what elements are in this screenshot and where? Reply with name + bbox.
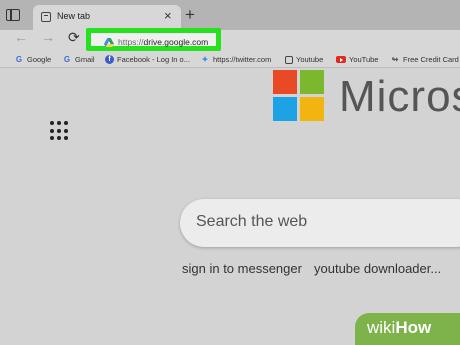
favorite-label: Google [27,55,52,64]
forward-button[interactable]: → [41,29,55,45]
favorite-facebook[interactable]: f Facebook - Log In o... [105,53,190,66]
favorite-credit-card[interactable]: ↬ Free Credit Card [390,53,459,66]
search-placeholder: Search the web [196,213,308,230]
youtube-icon [336,56,346,63]
tab-title: New tab [57,11,91,21]
apps-launcher-icon[interactable] [50,121,70,141]
microsoft-wordmark: Micros [339,72,460,121]
search-suggestion[interactable]: youtube downloader... [314,261,441,276]
favorite-twitter[interactable]: ✦ https://twitter.com [200,53,272,66]
url-scheme: https:// [118,37,144,47]
favorite-label: Gmail [75,55,95,64]
page-icon [285,55,293,64]
google-icon: G [63,55,71,64]
credit-card-icon: ↬ [391,55,399,64]
tab-new-tab[interactable]: New tab × [33,5,181,30]
new-tab-page: Micros Search the web sign in to messeng… [0,68,460,345]
favorite-label: https://twitter.com [213,55,272,64]
back-button[interactable]: ← [14,29,28,45]
watermark-prefix: wiki [367,318,396,337]
favorite-label: Youtube [296,55,324,64]
watermark-suffix: How [395,318,432,337]
favorite-youtube[interactable]: YouTube [336,53,378,66]
microsoft-logo [273,70,325,122]
url-host: drive.google.com [143,37,209,47]
address-url: https://drive.google.com [118,37,208,47]
wikihow-watermark: wikiHow [355,313,460,345]
watermark-logo: wikiHow [367,318,431,338]
favorites-bar: G Google G Gmail f Facebook - Log In o..… [0,52,460,68]
favorite-youtube-page[interactable]: Youtube [285,53,323,66]
new-tab-page-icon [41,12,51,22]
favorite-label: Facebook - Log In o... [117,55,190,64]
facebook-icon: f [105,55,114,64]
twitter-icon: ✦ [201,55,209,64]
refresh-button[interactable]: ⟳ [68,29,80,46]
web-search-box[interactable]: Search the web [180,199,460,247]
favorite-google[interactable]: G Google [14,53,51,66]
favorite-label: Free Credit Card [403,55,459,64]
tab-close-icon[interactable]: × [164,8,172,23]
google-drive-icon [104,38,114,47]
google-icon: G [15,55,23,64]
address-bar[interactable]: https://drive.google.com [86,28,221,51]
new-tab-button[interactable]: + [185,5,195,25]
search-suggestion[interactable]: sign in to messenger [182,261,302,276]
toolbar: ← → ⟳ https://drive.google.com [0,28,460,52]
favorite-gmail[interactable]: G Gmail [62,53,95,66]
favorite-label: YouTube [349,55,379,64]
tab-actions-icon[interactable] [6,9,20,21]
tab-strip: New tab × + [0,0,460,30]
